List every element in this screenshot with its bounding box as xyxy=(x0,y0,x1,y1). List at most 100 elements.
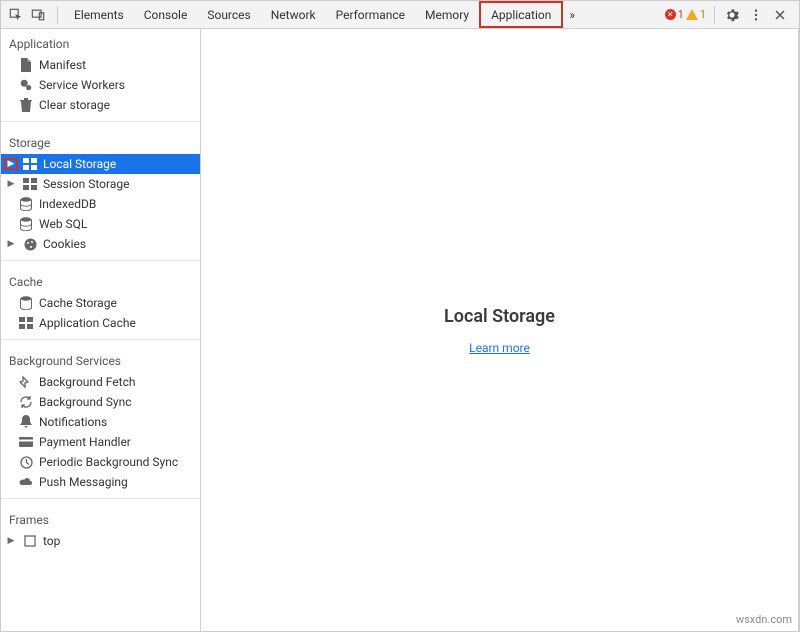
devtools-window: Elements Console Sources Network Perform… xyxy=(0,0,800,632)
tab-application[interactable]: Application xyxy=(479,1,563,28)
tab-bar: Elements Console Sources Network Perform… xyxy=(1,1,799,29)
kebab-menu-icon[interactable] xyxy=(747,6,765,24)
tab-label: Sources xyxy=(207,8,250,22)
tab-label: Performance xyxy=(336,8,405,22)
tabs-overflow-button[interactable]: » xyxy=(563,8,581,22)
sidebar-item-label: Manifest xyxy=(39,58,86,72)
sidebar-item-label: Background Fetch xyxy=(39,375,135,389)
separator xyxy=(714,6,715,24)
separator xyxy=(57,6,58,24)
trash-icon xyxy=(19,98,33,112)
database-icon xyxy=(19,217,33,231)
sidebar-item-label: Payment Handler xyxy=(39,435,131,449)
sidebar-item-label: IndexedDB xyxy=(39,197,96,211)
expand-icon[interactable]: ▶ xyxy=(5,159,17,169)
section-cache: Cache xyxy=(1,267,200,293)
tab-memory[interactable]: Memory xyxy=(415,1,479,28)
sidebar-item-manifest[interactable]: Manifest xyxy=(1,55,200,75)
sidebar-item-payment-handler[interactable]: Payment Handler xyxy=(1,432,200,452)
cookie-icon xyxy=(23,237,37,251)
sidebar-item-label: Notifications xyxy=(39,415,107,429)
learn-more-link[interactable]: Learn more xyxy=(469,341,530,355)
tab-label: Application xyxy=(491,8,551,22)
sidebar-item-label: Clear storage xyxy=(39,98,110,112)
bell-icon xyxy=(19,415,33,429)
tab-performance[interactable]: Performance xyxy=(326,1,415,28)
panel-tabs: Elements Console Sources Network Perform… xyxy=(64,1,563,28)
sidebar-item-indexeddb[interactable]: IndexedDB xyxy=(1,194,200,214)
card-icon xyxy=(19,435,33,449)
chevron-right-icon: » xyxy=(569,8,575,22)
sidebar-item-label: Background Sync xyxy=(39,395,131,409)
table-icon xyxy=(23,157,37,171)
sidebar-item-label: Service Workers xyxy=(39,78,125,92)
application-sidebar: Application Manifest Service Workers Cle… xyxy=(1,29,201,631)
sync-icon xyxy=(19,395,33,409)
divider xyxy=(1,260,200,261)
device-toggle-icon[interactable] xyxy=(29,6,47,24)
close-icon[interactable] xyxy=(771,6,789,24)
sidebar-item-background-sync[interactable]: Background Sync xyxy=(1,392,200,412)
tab-label: Console xyxy=(144,8,188,22)
sidebar-item-push-messaging[interactable]: Push Messaging xyxy=(1,472,200,492)
sidebar-item-background-fetch[interactable]: Background Fetch xyxy=(1,372,200,392)
sidebar-item-label: Session Storage xyxy=(43,177,129,191)
expand-icon[interactable]: ▶ xyxy=(5,239,17,249)
tab-sources[interactable]: Sources xyxy=(197,1,260,28)
tab-network[interactable]: Network xyxy=(261,1,326,28)
sidebar-item-clear-storage[interactable]: Clear storage xyxy=(1,95,200,115)
tab-label: Network xyxy=(271,8,316,22)
tab-label: Elements xyxy=(74,8,124,22)
sidebar-item-notifications[interactable]: Notifications xyxy=(1,412,200,432)
warning-icon xyxy=(686,9,698,20)
sidebar-item-cache-storage[interactable]: Cache Storage xyxy=(1,293,200,313)
sidebar-item-label: Web SQL xyxy=(39,217,87,231)
watermark: wsxdn.com xyxy=(736,613,792,626)
divider xyxy=(1,498,200,499)
main-panel: Local Storage Learn more xyxy=(201,29,799,631)
error-count: 1 xyxy=(678,8,684,21)
error-icon: ✕ xyxy=(665,9,676,20)
gear-icon[interactable] xyxy=(723,6,741,24)
table-icon xyxy=(23,177,37,191)
sidebar-item-application-cache[interactable]: Application Cache xyxy=(1,313,200,333)
tab-console[interactable]: Console xyxy=(134,1,198,28)
section-application: Application xyxy=(1,29,200,55)
sidebar-item-label: Application Cache xyxy=(39,316,136,330)
tab-elements[interactable]: Elements xyxy=(64,1,134,28)
sidebar-item-label: Periodic Background Sync xyxy=(39,455,178,469)
divider xyxy=(1,339,200,340)
sidebar-item-local-storage[interactable]: ▶ Local Storage xyxy=(1,154,200,174)
database-icon xyxy=(19,197,33,211)
clock-icon xyxy=(19,455,33,469)
section-frames: Frames xyxy=(1,505,200,531)
sidebar-item-frame-top[interactable]: ▶ top xyxy=(1,531,200,551)
section-background-services: Background Services xyxy=(1,346,200,372)
inspect-icon[interactable] xyxy=(7,6,25,24)
cloud-icon xyxy=(19,475,33,489)
sidebar-item-label: Push Messaging xyxy=(39,475,128,489)
main-heading: Local Storage xyxy=(444,306,555,327)
panel-body: Application Manifest Service Workers Cle… xyxy=(1,29,799,631)
file-icon xyxy=(19,58,33,72)
sidebar-item-service-workers[interactable]: Service Workers xyxy=(1,75,200,95)
sidebar-item-label: Local Storage xyxy=(43,157,116,171)
toolbar-right: ✕ 1 1 xyxy=(665,6,793,24)
warning-count: 1 xyxy=(700,8,706,21)
frame-icon xyxy=(23,534,37,548)
sidebar-item-label: Cache Storage xyxy=(39,296,117,310)
tab-label: Memory xyxy=(425,8,469,22)
sidebar-item-periodic-background-sync[interactable]: Periodic Background Sync xyxy=(1,452,200,472)
sidebar-item-label: Cookies xyxy=(43,237,86,251)
sidebar-item-label: top xyxy=(43,534,60,548)
sidebar-item-websql[interactable]: Web SQL xyxy=(1,214,200,234)
sidebar-item-cookies[interactable]: ▶ Cookies xyxy=(1,234,200,254)
gears-icon xyxy=(19,78,33,92)
expand-icon[interactable]: ▶ xyxy=(5,179,17,189)
expand-icon[interactable]: ▶ xyxy=(5,536,17,546)
divider xyxy=(1,121,200,122)
fetch-icon xyxy=(19,375,33,389)
issue-counts[interactable]: ✕ 1 1 xyxy=(665,8,706,21)
sidebar-item-session-storage[interactable]: ▶ Session Storage xyxy=(1,174,200,194)
database-icon xyxy=(19,296,33,310)
